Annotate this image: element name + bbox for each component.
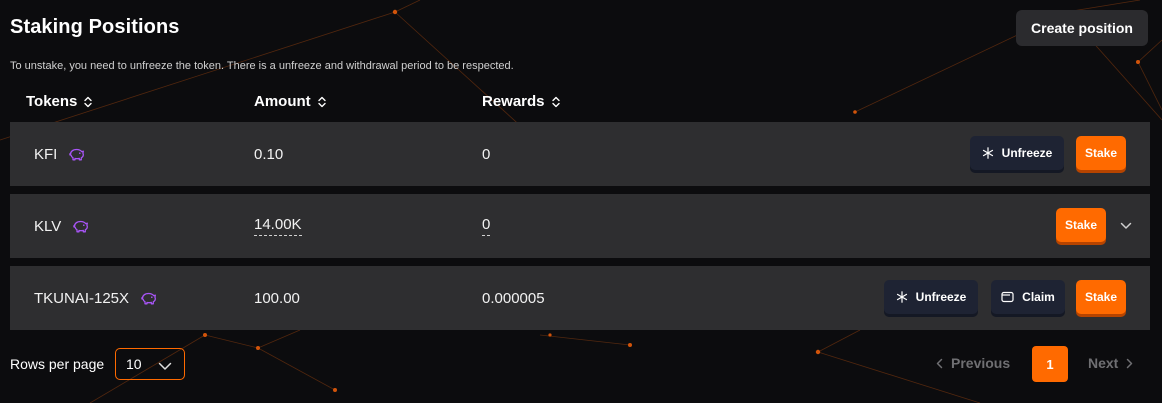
- previous-page-button[interactable]: Previous: [936, 355, 1010, 371]
- rewards-value[interactable]: 0: [482, 216, 491, 236]
- amount-value: 0.10: [254, 145, 284, 163]
- rewards-cell: 0: [482, 194, 491, 258]
- piggy-bank-icon: [67, 147, 85, 161]
- amount-cell: 14.00K: [254, 194, 302, 258]
- create-position-button[interactable]: Create position: [1016, 10, 1148, 46]
- page-button-current[interactable]: 1: [1032, 346, 1068, 382]
- unfreeze-button-label: Unfreeze: [1001, 146, 1053, 160]
- unfreeze-button[interactable]: Unfreeze: [970, 136, 1064, 170]
- table-row: KLV 14.00K 0 Stake: [10, 194, 1150, 258]
- snowflake-icon: [896, 291, 908, 303]
- piggy-bank-icon: [139, 291, 157, 305]
- amount-value[interactable]: 14.00K: [254, 216, 302, 236]
- next-label: Next: [1088, 355, 1119, 371]
- previous-label: Previous: [951, 355, 1011, 371]
- next-page-button[interactable]: Next: [1088, 355, 1133, 371]
- column-header-label: Amount: [254, 93, 311, 110]
- unfreeze-button-label: Unfreeze: [915, 290, 967, 304]
- page-subtitle: To unstake, you need to unfreeze the tok…: [10, 60, 514, 72]
- token-cell: KLV: [34, 194, 89, 258]
- rewards-value: 0: [482, 145, 491, 163]
- wallet-icon: [1001, 291, 1014, 303]
- chevron-down-icon[interactable]: [1116, 216, 1136, 236]
- stake-button[interactable]: Stake: [1056, 208, 1106, 242]
- table-row: TKUNAI-125X 100.00 0.000005 Unfreeze Cla…: [10, 266, 1150, 330]
- stake-button[interactable]: Stake: [1076, 136, 1126, 170]
- chevron-right-icon: [1126, 358, 1133, 369]
- token-name: TKUNAI-125X: [34, 289, 130, 307]
- claim-button-label: Claim: [1022, 290, 1055, 304]
- rows-per-page-select[interactable]: 10: [115, 348, 185, 380]
- amount-value: 100.00: [254, 289, 300, 307]
- column-header-rewards[interactable]: Rewards: [482, 93, 561, 110]
- rows-per-page-value: 10: [126, 356, 142, 372]
- amount-cell: 100.00: [254, 266, 300, 330]
- amount-cell: 0.10: [254, 122, 283, 186]
- token-cell: TKUNAI-125X: [34, 266, 157, 330]
- unfreeze-button[interactable]: Unfreeze: [884, 280, 978, 314]
- chevron-down-icon: [158, 358, 172, 374]
- piggy-bank-icon: [71, 219, 89, 233]
- table-row: KFI 0.10 0 Unfreeze Stake: [10, 122, 1150, 186]
- page-title: Staking Positions: [10, 16, 180, 38]
- rewards-cell: 0: [482, 122, 490, 186]
- sort-updown-icon: [317, 96, 327, 108]
- rows-per-page-label: Rows per page: [10, 356, 105, 372]
- column-header-amount[interactable]: Amount: [254, 93, 327, 110]
- rewards-cell: 0.000005: [482, 266, 545, 330]
- sort-updown-icon: [83, 96, 93, 108]
- snowflake-icon: [982, 147, 994, 159]
- chevron-left-icon: [936, 358, 943, 369]
- claim-button[interactable]: Claim: [991, 280, 1065, 314]
- column-header-tokens[interactable]: Tokens: [26, 93, 93, 110]
- sort-updown-icon: [551, 96, 561, 108]
- column-header-label: Rewards: [482, 93, 545, 110]
- token-name: KFI: [34, 145, 58, 163]
- column-header-label: Tokens: [26, 93, 78, 110]
- stake-button[interactable]: Stake: [1076, 280, 1126, 314]
- token-cell: KFI: [34, 122, 85, 186]
- token-name: KLV: [34, 217, 62, 235]
- rewards-value: 0.000005: [482, 289, 545, 307]
